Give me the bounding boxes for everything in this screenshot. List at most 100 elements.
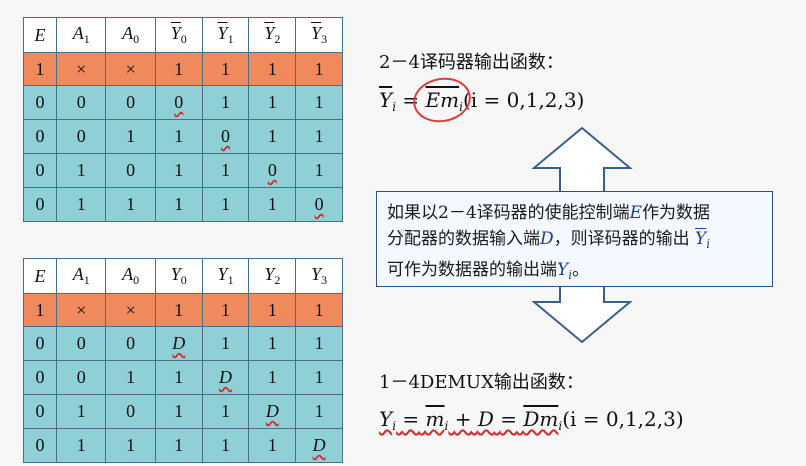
cell: 1 [295, 326, 343, 361]
header-y3: Y3 [295, 258, 343, 294]
explanation-callout: 如果以2－4译码器的使能控制端E作为数据 分配器的数据输入端D，则译码器的输出 … [376, 191, 773, 287]
header-y2: Y2 [248, 258, 297, 294]
cell: 0 [105, 326, 156, 361]
cell: 0 [23, 153, 57, 188]
header-y3-bar: Y3 [295, 17, 343, 53]
cell: 0 [23, 428, 57, 463]
cell: 0 [23, 394, 57, 429]
annotation-circle [409, 73, 475, 127]
cell: 0 [55, 360, 107, 395]
cell: 1 [295, 394, 343, 429]
cell: 1 [201, 394, 250, 429]
cell: 1 [295, 360, 343, 395]
cell: 0 [295, 187, 343, 222]
table-header-row: E A1 A0 Y0 Y1 Y2 Y3 [23, 17, 343, 53]
demux-title: 1－4DEMUX输出函数： [379, 372, 584, 393]
table-row: 0000111 [23, 85, 343, 120]
header-a1: A1 [55, 17, 107, 53]
cell: 1 [105, 360, 156, 395]
table-row: 0011D11 [23, 360, 343, 395]
cell: D [154, 326, 203, 361]
cell: 1 [248, 119, 297, 154]
cell: 0 [55, 85, 107, 120]
cell: 0 [23, 360, 57, 395]
cell: 0 [201, 119, 250, 154]
cell: 1 [154, 187, 203, 222]
cell: 0 [23, 85, 57, 120]
cell: 1 [248, 52, 297, 86]
cell: 1 [154, 119, 203, 154]
cell: 1 [154, 428, 203, 463]
table-row: 1 × × 1 1 1 1 [23, 52, 343, 86]
header-a0: A0 [105, 258, 156, 294]
cell: 1 [248, 85, 297, 120]
cell: 0 [55, 326, 107, 361]
table-row: 011111D [23, 428, 343, 463]
cell: D [295, 428, 343, 463]
cell: 0 [55, 119, 107, 154]
header-a1: A1 [55, 258, 107, 294]
cell: 1 [201, 428, 250, 463]
cell: 1 [55, 153, 107, 188]
cell: D [248, 394, 297, 429]
header-y1: Y1 [201, 258, 250, 294]
cell: × [55, 52, 107, 86]
cell: 1 [154, 52, 203, 86]
cell: 1 [105, 187, 156, 222]
cell: 1 [154, 394, 203, 429]
cell: 1 [55, 394, 107, 429]
cell: 1 [295, 85, 343, 120]
cell: D [201, 360, 250, 395]
cell: 1 [248, 187, 297, 222]
cell: 0 [105, 85, 156, 120]
cell: 1 [23, 52, 57, 86]
cell: 0 [105, 394, 156, 429]
cell: 1 [55, 187, 107, 222]
cell: 0 [23, 187, 57, 222]
truth-table-decoder: E A1 A0 Y0 Y1 Y2 Y3 1 × × 1 1 1 1 0000111 0011… [23, 17, 343, 222]
callout-line-1: 如果以2－4译码器的使能控制端E作为数据 [387, 203, 711, 223]
callout-line-3: 可作为数据器的输出端Yi。 [387, 260, 590, 282]
cell: × [105, 293, 156, 327]
table-row: 000D111 [23, 326, 343, 361]
cell: 1 [295, 293, 343, 327]
header-y2-bar: Y2 [248, 17, 297, 53]
cell: 1 [201, 153, 250, 188]
header-e: E [23, 258, 57, 294]
truth-table-demux: E A1 A0 Y0 Y1 Y2 Y3 1 × × 1 1 1 1 000D111 0011… [23, 258, 343, 463]
table-row: 0111110 [23, 187, 343, 222]
cell: 1 [105, 428, 156, 463]
table-row: 0101101 [23, 153, 343, 188]
cell: 0 [154, 85, 203, 120]
table-header-row: E A1 A0 Y0 Y1 Y2 Y3 [23, 258, 343, 294]
cell: 1 [201, 187, 250, 222]
table-row: 01011D1 [23, 394, 343, 429]
cell: 1 [248, 326, 297, 361]
cell: 1 [154, 293, 203, 327]
callout-line-2: 分配器的数据输入端D，则译码器的输出 Yi [387, 229, 711, 251]
cell: 1 [105, 119, 156, 154]
header-e: E [23, 17, 57, 53]
cell: 1 [295, 52, 343, 86]
header-y1-bar: Y1 [201, 17, 250, 53]
decoder-title: 2－4译码器输出函数： [379, 52, 564, 73]
demux-formula: Yi = mi + D = Dmi(i = 0,1,2,3) [379, 407, 684, 433]
cell: 0 [248, 153, 297, 188]
table-row: 0011011 [23, 119, 343, 154]
cell: 1 [55, 428, 107, 463]
cell: 1 [248, 293, 297, 327]
cell: 1 [23, 293, 57, 327]
cell: 1 [154, 153, 203, 188]
cell: 1 [201, 52, 250, 86]
cell: × [105, 52, 156, 86]
decoder-formula: Yi = Emi(i = 0,1,2,3) [379, 86, 585, 114]
cell: 1 [154, 360, 203, 395]
cell: × [55, 293, 107, 327]
cell: 1 [295, 119, 343, 154]
cell: 1 [201, 293, 250, 327]
cell: 1 [201, 85, 250, 120]
cell: 0 [23, 119, 57, 154]
cell: 1 [248, 360, 297, 395]
header-y0: Y0 [154, 258, 203, 294]
cell: 1 [248, 428, 297, 463]
